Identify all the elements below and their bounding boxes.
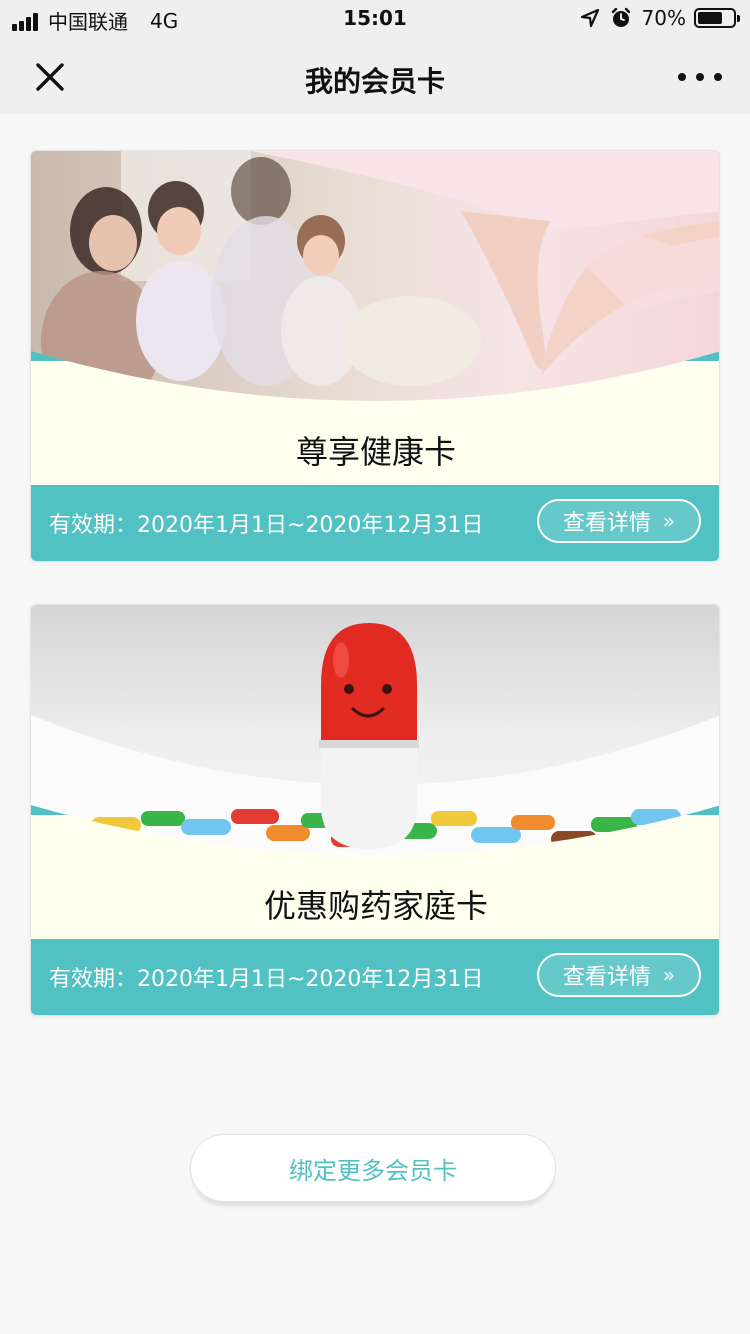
more-icon[interactable] [678,62,722,92]
validity-period: 有效期：2020年1月1日~2020年12月31日 [49,513,484,538]
double-chevron-right-icon: » [662,963,676,987]
card-title: 优惠购药家庭卡 [263,887,488,925]
status-right: 70% [580,6,740,30]
view-details-button[interactable]: 查看详情 » [537,953,701,997]
member-card[interactable]: 尊享健康卡 有效期：2020年1月1日~2020年12月31日 查看详情 » [30,150,720,562]
battery-icon [694,8,740,28]
location-arrow-icon [580,8,599,28]
page-title: 我的会员卡 [304,65,445,98]
bind-more-cards-label: 绑定更多会员卡 [289,1156,457,1185]
nav-bar: 我的会员卡 [0,40,750,114]
validity-period: 有效期：2020年1月1日~2020年12月31日 [49,967,484,992]
card-title: 尊享健康卡 [295,433,456,471]
family-heart-hands-photo [31,151,719,401]
view-details-label: 查看详情 [562,511,651,536]
status-bar: 中国联通 4G 15:01 70% [0,0,750,40]
smiling-capsule-photo [31,605,719,855]
member-card[interactable]: 优惠购药家庭卡 有效期：2020年1月1日~2020年12月31日 查看详情 » [30,604,720,1016]
bind-more-cards-button[interactable]: 绑定更多会员卡 [190,1134,556,1202]
view-details-label: 查看详情 [562,965,651,990]
view-details-button[interactable]: 查看详情 » [537,499,701,543]
alarm-clock-icon [611,7,630,27]
battery-percent: 70% [641,6,686,30]
card-footer: 有效期：2020年1月1日~2020年12月31日 查看详情 » [31,485,719,561]
card-footer: 有效期：2020年1月1日~2020年12月31日 查看详情 » [31,939,719,1015]
double-chevron-right-icon: » [662,509,676,533]
